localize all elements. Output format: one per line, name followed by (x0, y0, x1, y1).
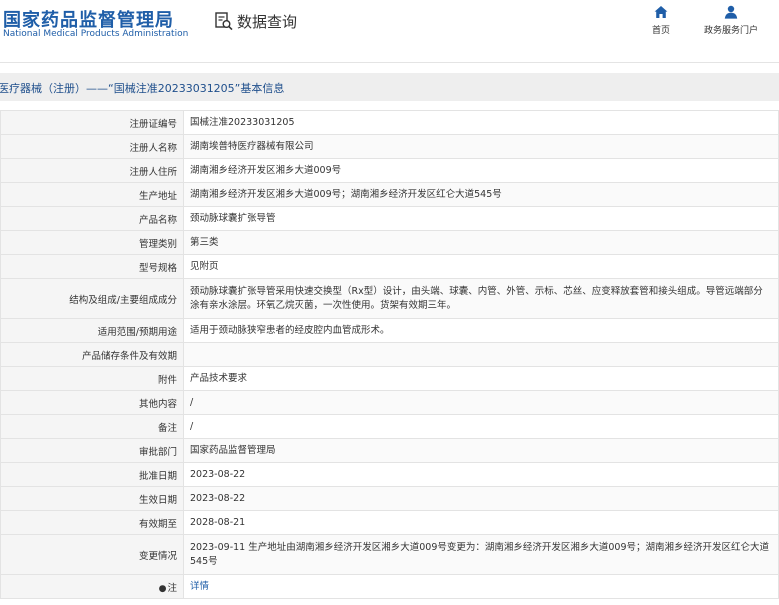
row-value: 2023-09-11 生产地址由湖南湘乡经济开发区湘乡大道009号变更为：湖南湘… (183, 534, 779, 575)
row-value: 第三类 (183, 230, 779, 255)
user-icon (724, 5, 738, 19)
nav-home[interactable]: 首页 (646, 5, 676, 36)
details-link[interactable]: 详情 (190, 581, 209, 592)
row-value: 国家药品监督管理局 (183, 438, 779, 463)
table-row: 生效日期 2023-08-22 (0, 486, 779, 511)
table-row: 产品储存条件及有效期 (0, 342, 779, 367)
nav-home-label: 首页 (651, 26, 670, 36)
header-divider (0, 62, 779, 63)
row-label: 适用范围/预期用途 (0, 318, 184, 343)
table-row: 管理类别 第三类 (0, 230, 779, 255)
row-label: 备注 (0, 414, 184, 439)
row-value: 湖南湘乡经济开发区湘乡大道009号；湖南湘乡经济开发区红仑大道545号 (183, 182, 779, 207)
site-header: 国家药品监督管理局 National Medical Products Admi… (0, 0, 779, 62)
row-value: / (183, 414, 779, 439)
table-row: 注册人名称 湖南埃普特医疗器械有限公司 (0, 134, 779, 159)
row-label: 其他内容 (0, 390, 184, 415)
data-query-label: 数据查询 (237, 12, 298, 31)
row-label: 注册人名称 (0, 134, 184, 159)
row-label: 产品储存条件及有效期 (0, 342, 184, 367)
table-row: 审批部门 国家药品监督管理局 (0, 438, 779, 463)
table-row: 产品名称 颈动脉球囊扩张导管 (0, 206, 779, 231)
note-label-cell: ●注 (0, 574, 184, 599)
note-label: 注 (167, 582, 177, 594)
row-value: / (183, 390, 779, 415)
registration-info-table: 注册证编号 国械注准20233031205 注册人名称 湖南埃普特医疗器械有限公… (0, 110, 779, 599)
row-value: 2028-08-21 (183, 510, 779, 535)
row-label: 附件 (0, 366, 184, 391)
row-label: 结构及组成/主要组成成分 (0, 278, 184, 319)
table-row: 型号规格 见附页 (0, 254, 779, 279)
row-label: 管理类别 (0, 230, 184, 255)
table-row: 结构及组成/主要组成成分 颈动脉球囊扩张导管采用快速交换型（Rx型）设计，由头端… (0, 278, 779, 319)
row-value: 国械注准20233031205 (183, 110, 779, 135)
page-title: 医疗器械（注册）——“国械注准20233031205”基本信息 (0, 82, 285, 95)
table-row: 附件 产品技术要求 (0, 366, 779, 391)
row-value: 见附页 (183, 254, 779, 279)
row-value: 湖南埃普特医疗器械有限公司 (183, 134, 779, 159)
data-search-icon (215, 12, 233, 31)
row-value: 产品技术要求 (183, 366, 779, 391)
pin-icon: ● (158, 583, 167, 594)
table-row: 其他内容 / (0, 390, 779, 415)
row-label: 生效日期 (0, 486, 184, 511)
site-logo-en[interactable]: National Medical Products Administration (3, 29, 188, 39)
table-row: 批准日期 2023-08-22 (0, 462, 779, 487)
home-icon (654, 6, 668, 18)
row-label: 批准日期 (0, 462, 184, 487)
table-row: 注册证编号 国械注准20233031205 (0, 110, 779, 135)
row-label: 有效期至 (0, 510, 184, 535)
table-row: 生产地址 湖南湘乡经济开发区湘乡大道009号；湖南湘乡经济开发区红仑大道545号 (0, 182, 779, 207)
row-value: 湖南湘乡经济开发区湘乡大道009号 (183, 158, 779, 183)
table-row: 备注 / (0, 414, 779, 439)
row-value: 颈动脉球囊扩张导管采用快速交换型（Rx型）设计，由头端、球囊、内管、外管、示标、… (183, 278, 779, 319)
table-row: 变更情况 2023-09-11 生产地址由湖南湘乡经济开发区湘乡大道009号变更… (0, 534, 779, 575)
data-query-link[interactable]: 数据查询 (214, 11, 297, 31)
row-label: 产品名称 (0, 206, 184, 231)
row-label: 型号规格 (0, 254, 184, 279)
row-label: 注册证编号 (0, 110, 184, 135)
title-bar: 医疗器械（注册）——“国械注准20233031205”基本信息 (0, 73, 779, 101)
row-label: 变更情况 (0, 534, 184, 575)
table-row: 注册人住所 湖南湘乡经济开发区湘乡大道009号 (0, 158, 779, 183)
row-label: 注册人住所 (0, 158, 184, 183)
nav-service-portal[interactable]: 政务服务门户 (700, 5, 762, 36)
row-value: 适用于颈动脉狭窄患者的经皮腔内血管成形术。 (183, 318, 779, 343)
row-label: 生产地址 (0, 182, 184, 207)
row-label: 审批部门 (0, 438, 184, 463)
table-row: ●注 详情 (0, 574, 779, 599)
table-row: 适用范围/预期用途 适用于颈动脉狭窄患者的经皮腔内血管成形术。 (0, 318, 779, 343)
row-value (183, 342, 779, 367)
nav-service-label: 政务服务门户 (703, 26, 758, 36)
note-value-cell: 详情 (183, 574, 779, 599)
table-row: 有效期至 2028-08-21 (0, 510, 779, 535)
row-value: 颈动脉球囊扩张导管 (183, 206, 779, 231)
row-value: 2023-08-22 (183, 462, 779, 487)
row-value: 2023-08-22 (183, 486, 779, 511)
